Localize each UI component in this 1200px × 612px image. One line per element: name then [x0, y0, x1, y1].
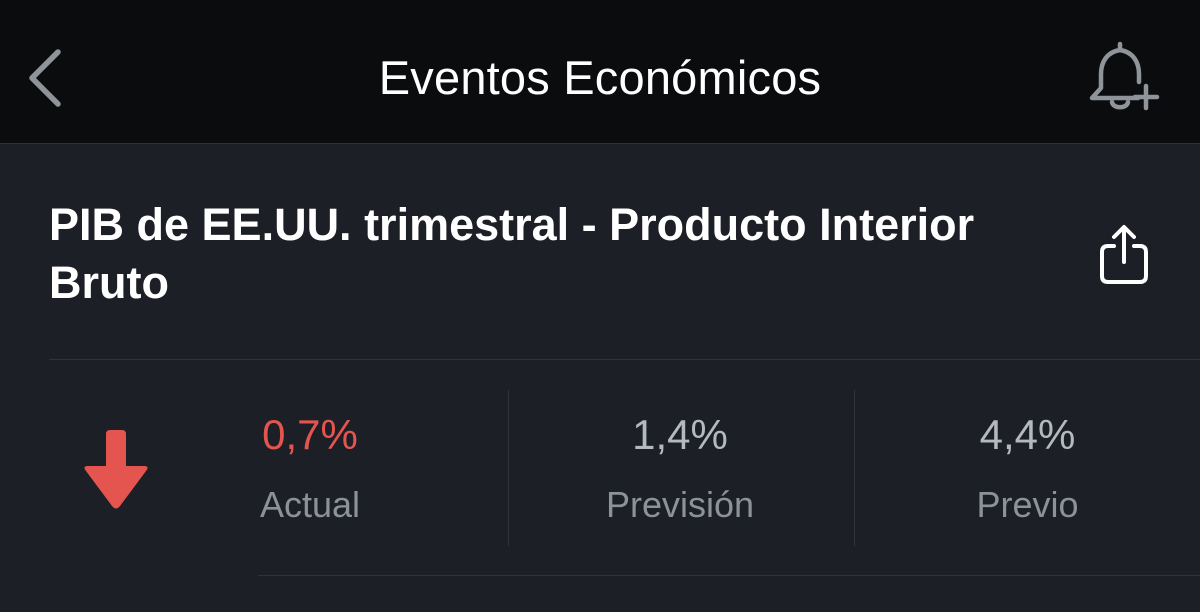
stat-forecast: 1,4% Previsión [580, 408, 780, 528]
column-divider [508, 390, 509, 546]
previous-label: Previo [976, 484, 1079, 525]
arrow-down-icon [84, 430, 148, 509]
column-divider [854, 390, 855, 546]
event-title: PIB de EE.UU. trimestral - Producto Inte… [49, 199, 975, 308]
stats-divider [258, 575, 1200, 576]
previous-value: 4,4% [979, 411, 1076, 458]
forecast-label: Previsión [605, 484, 755, 525]
section-divider [49, 359, 1200, 360]
stat-actual: 0,7% Actual [240, 408, 380, 528]
share-button[interactable] [1090, 220, 1158, 292]
share-icon [1100, 225, 1148, 284]
trend-indicator [80, 430, 152, 512]
page-title: Eventos Económicos [378, 51, 822, 104]
bell-plus-icon [1089, 41, 1160, 111]
stat-previous: 4,4% Previo [940, 408, 1115, 528]
add-alert-button[interactable] [1080, 38, 1164, 118]
app-screen: Eventos Económicos PIB de EE.UU. trimest… [0, 0, 1200, 612]
actual-label: Actual [259, 484, 361, 525]
forecast-value: 1,4% [632, 411, 728, 458]
nav-bar: Eventos Económicos [0, 0, 1200, 144]
actual-value: 0,7% [262, 411, 358, 458]
